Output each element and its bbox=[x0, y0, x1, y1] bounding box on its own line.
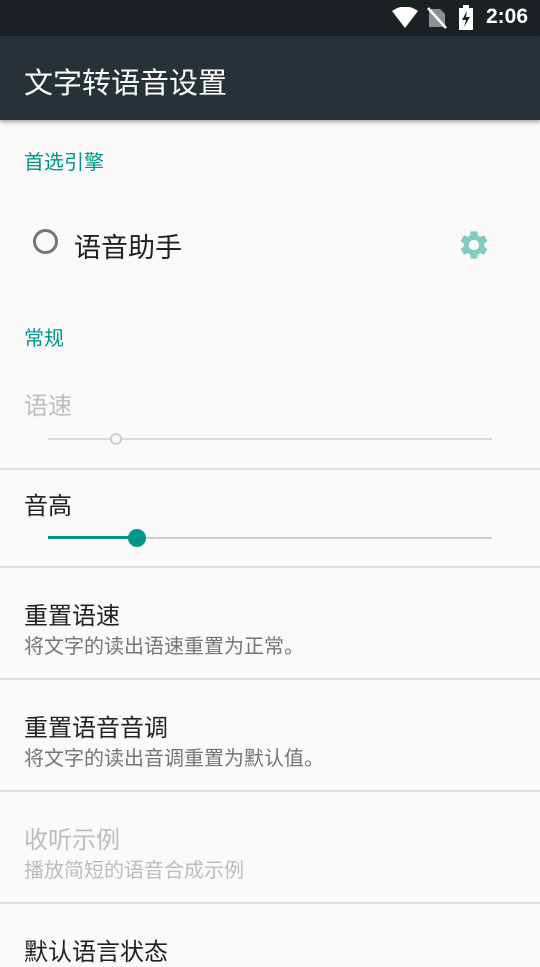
listen-example-summary: 播放简短的语音合成示例 bbox=[24, 858, 244, 882]
pitch-label: 音高 bbox=[24, 492, 72, 520]
reset-pitch-summary: 将文字的读出音调重置为默认值。 bbox=[24, 746, 324, 770]
listen-example-title: 收听示例 bbox=[24, 826, 120, 854]
divider bbox=[0, 468, 540, 470]
battery-charging-icon bbox=[459, 5, 473, 30]
divider bbox=[0, 790, 540, 792]
engine-label: 语音助手 bbox=[74, 233, 182, 264]
wifi-icon bbox=[392, 7, 418, 28]
divider bbox=[0, 902, 540, 904]
slider-thumb[interactable] bbox=[110, 433, 122, 445]
pitch-slider[interactable] bbox=[48, 526, 492, 550]
engine-radio-button[interactable] bbox=[33, 229, 58, 254]
gear-icon[interactable] bbox=[457, 228, 491, 262]
clock: 2:06 bbox=[485, 5, 528, 28]
slider-thumb[interactable] bbox=[128, 529, 146, 547]
divider bbox=[0, 566, 540, 568]
page-title: 文字转语音设置 bbox=[24, 66, 228, 100]
no-sim-icon bbox=[427, 7, 447, 29]
speech-rate-slider[interactable] bbox=[48, 427, 492, 451]
reset-speech-rate-title: 重置语速 bbox=[24, 602, 120, 630]
divider bbox=[0, 678, 540, 680]
reset-speech-rate-summary: 将文字的读出语速重置为正常。 bbox=[24, 634, 304, 658]
speech-rate-label: 语速 bbox=[24, 392, 72, 420]
reset-pitch-title: 重置语音音调 bbox=[24, 714, 168, 742]
settings-list: 首选引擎 语音助手 常规 语速 音高 重置语速 将文字的读出语速重置为正常。 重… bbox=[0, 120, 540, 966]
app-bar: 文字转语音设置 bbox=[0, 36, 540, 120]
slider-fill bbox=[48, 536, 137, 539]
status-bar: 2:06 bbox=[0, 0, 540, 36]
section-header-engine: 首选引擎 bbox=[24, 150, 104, 174]
default-language-status-title: 默认语言状态 bbox=[24, 938, 168, 966]
section-header-general: 常规 bbox=[24, 326, 64, 350]
